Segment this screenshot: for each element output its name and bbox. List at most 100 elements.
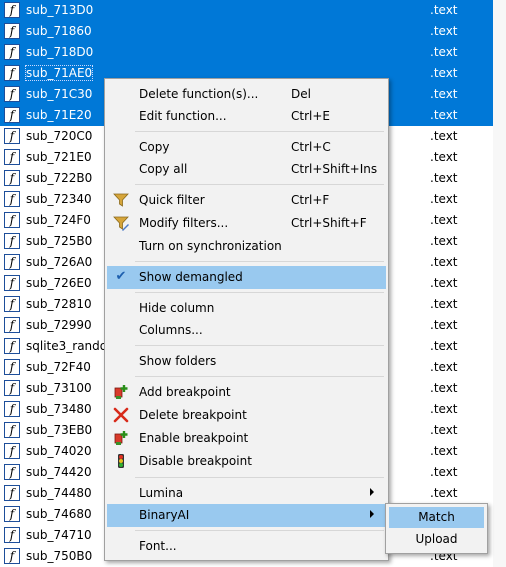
function-icon: f bbox=[4, 107, 20, 123]
menu-item-turn-on-synchronization[interactable]: Turn on synchronization bbox=[107, 235, 386, 258]
function-segment: .text bbox=[430, 276, 458, 290]
function-segment: .text bbox=[430, 213, 458, 227]
function-icon: f bbox=[4, 212, 20, 228]
function-name: sub_74680 bbox=[26, 507, 92, 521]
menu-item-label: BinaryAI bbox=[139, 508, 190, 522]
function-segment: .text bbox=[430, 255, 458, 269]
function-name: sub_74710 bbox=[26, 528, 92, 542]
menu-item-label: Add breakpoint bbox=[139, 385, 231, 399]
function-icon: f bbox=[4, 464, 20, 480]
menu-item-shortcut: Ctrl+Shift+F bbox=[291, 216, 367, 230]
function-icon: f bbox=[4, 170, 20, 186]
function-segment: .text bbox=[430, 297, 458, 311]
submenu-item-label: Upload bbox=[415, 532, 458, 546]
function-name: sub_72340 bbox=[26, 192, 92, 206]
menu-item-hide-column[interactable]: Hide column bbox=[107, 297, 386, 320]
menu-item-edit-function[interactable]: Edit function... Ctrl+E bbox=[107, 105, 386, 128]
menu-item-columns[interactable]: Columns... bbox=[107, 319, 386, 342]
function-name: sub_74020 bbox=[26, 444, 92, 458]
submenu-item-upload[interactable]: Upload bbox=[389, 529, 484, 550]
menu-separator bbox=[135, 184, 384, 185]
menu-item-binaryai[interactable]: BinaryAI bbox=[107, 504, 386, 527]
menu-item-shortcut: Ctrl+Shift+Ins bbox=[291, 162, 378, 176]
menu-separator bbox=[135, 345, 384, 346]
function-row[interactable]: f sub_718D0 .text bbox=[0, 42, 493, 63]
function-icon: f bbox=[4, 275, 20, 291]
menu-item-copy-all[interactable]: Copy all Ctrl+Shift+Ins bbox=[107, 158, 386, 181]
menu-item-disable-breakpoint[interactable]: Disable breakpoint bbox=[107, 450, 386, 473]
function-icon: f bbox=[4, 296, 20, 312]
menu-item-modify-filters[interactable]: Modify filters... Ctrl+Shift+F bbox=[107, 212, 386, 235]
menu-item-quick-filter[interactable]: Quick filter Ctrl+F bbox=[107, 189, 386, 212]
function-row[interactable]: f sub_71860 .text bbox=[0, 21, 493, 42]
function-icon: f bbox=[4, 149, 20, 165]
menu-item-label: Columns... bbox=[139, 323, 203, 337]
menu-separator bbox=[135, 376, 384, 377]
function-name: sub_725B0 bbox=[26, 234, 93, 248]
function-segment: .text bbox=[430, 360, 458, 374]
menu-separator bbox=[135, 261, 384, 262]
menu-item-label: Disable breakpoint bbox=[139, 454, 252, 468]
function-segment: .text bbox=[430, 192, 458, 206]
disable-breakpoint-icon bbox=[118, 454, 124, 468]
function-segment: .text bbox=[430, 402, 458, 416]
function-segment: .text bbox=[430, 381, 458, 395]
submenu-item-label: Match bbox=[418, 510, 455, 524]
menu-separator bbox=[135, 530, 384, 531]
function-segment: .text bbox=[430, 108, 458, 122]
function-icon: f bbox=[4, 191, 20, 207]
function-segment: .text bbox=[430, 45, 458, 59]
function-segment: .text bbox=[430, 423, 458, 437]
menu-item-delete-breakpoint[interactable]: Delete breakpoint bbox=[107, 404, 386, 427]
menu-item-delete-function[interactable]: Delete function(s)... Del bbox=[107, 83, 386, 106]
function-icon: f bbox=[4, 527, 20, 543]
menu-item-label: Lumina bbox=[139, 486, 184, 500]
submenu-arrow-icon bbox=[370, 488, 374, 496]
function-name: sub_74420 bbox=[26, 465, 92, 479]
submenu-item-match[interactable]: Match bbox=[389, 507, 484, 528]
function-name: sub_74480 bbox=[26, 486, 92, 500]
function-icon: f bbox=[4, 233, 20, 249]
function-icon: f bbox=[4, 443, 20, 459]
function-row[interactable]: f sub_713D0 .text bbox=[0, 0, 493, 21]
function-segment: .text bbox=[430, 171, 458, 185]
function-icon: f bbox=[4, 254, 20, 270]
context-menu: Delete function(s)... Del Edit function.… bbox=[104, 78, 389, 561]
function-icon: f bbox=[4, 23, 20, 39]
menu-item-add-breakpoint[interactable]: Add breakpoint bbox=[107, 381, 386, 404]
function-icon: f bbox=[4, 338, 20, 354]
menu-item-show-demangled[interactable]: ✔ Show demangled bbox=[107, 266, 386, 289]
function-segment: .text bbox=[430, 87, 458, 101]
function-name: sub_720C0 bbox=[26, 129, 93, 143]
menu-item-label: Copy bbox=[139, 140, 170, 154]
delete-breakpoint-icon bbox=[113, 407, 129, 423]
menu-item-shortcut: Del bbox=[291, 87, 311, 101]
function-name: sub_750B0 bbox=[26, 549, 93, 563]
function-segment: .text bbox=[430, 465, 458, 479]
menu-item-label: Copy all bbox=[139, 162, 188, 176]
menu-item-shortcut: Ctrl+E bbox=[291, 109, 330, 123]
menu-item-label: Show folders bbox=[139, 354, 217, 368]
menu-item-font[interactable]: Font... bbox=[107, 535, 386, 558]
list-scrollbar[interactable] bbox=[493, 0, 506, 567]
function-name: sub_72810 bbox=[26, 297, 92, 311]
binaryai-submenu: Match Upload bbox=[385, 503, 488, 554]
function-segment: .text bbox=[430, 318, 458, 332]
checkmark-icon: ✔ bbox=[115, 269, 127, 284]
function-icon: f bbox=[4, 359, 20, 375]
menu-item-label: Font... bbox=[139, 539, 177, 553]
menu-item-copy[interactable]: Copy Ctrl+C bbox=[107, 136, 386, 159]
add-breakpoint-icon bbox=[114, 385, 128, 399]
menu-item-show-folders[interactable]: Show folders bbox=[107, 350, 386, 373]
menu-item-label: Turn on synchronization bbox=[139, 239, 282, 253]
function-icon: f bbox=[4, 128, 20, 144]
function-name: sub_726E0 bbox=[26, 276, 92, 290]
menu-item-label: Modify filters... bbox=[139, 216, 229, 230]
function-name: sub_71E20 bbox=[26, 108, 92, 122]
function-segment: .text bbox=[430, 339, 458, 353]
function-icon: f bbox=[4, 506, 20, 522]
menu-item-lumina[interactable]: Lumina bbox=[107, 482, 386, 505]
function-segment: .text bbox=[430, 444, 458, 458]
menu-separator bbox=[135, 131, 384, 132]
menu-item-enable-breakpoint[interactable]: Enable breakpoint bbox=[107, 427, 386, 450]
